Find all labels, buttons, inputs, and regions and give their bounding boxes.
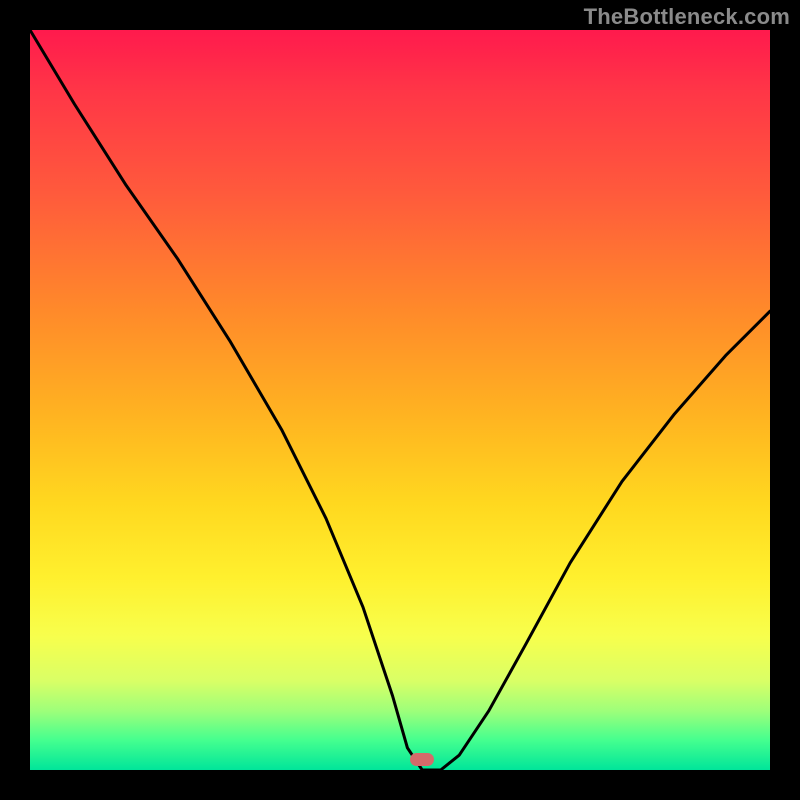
optimal-marker xyxy=(410,753,434,766)
watermark-text: TheBottleneck.com xyxy=(584,4,790,30)
plot-area xyxy=(30,30,770,770)
bottleneck-curve xyxy=(30,30,770,770)
chart-frame: TheBottleneck.com xyxy=(0,0,800,800)
